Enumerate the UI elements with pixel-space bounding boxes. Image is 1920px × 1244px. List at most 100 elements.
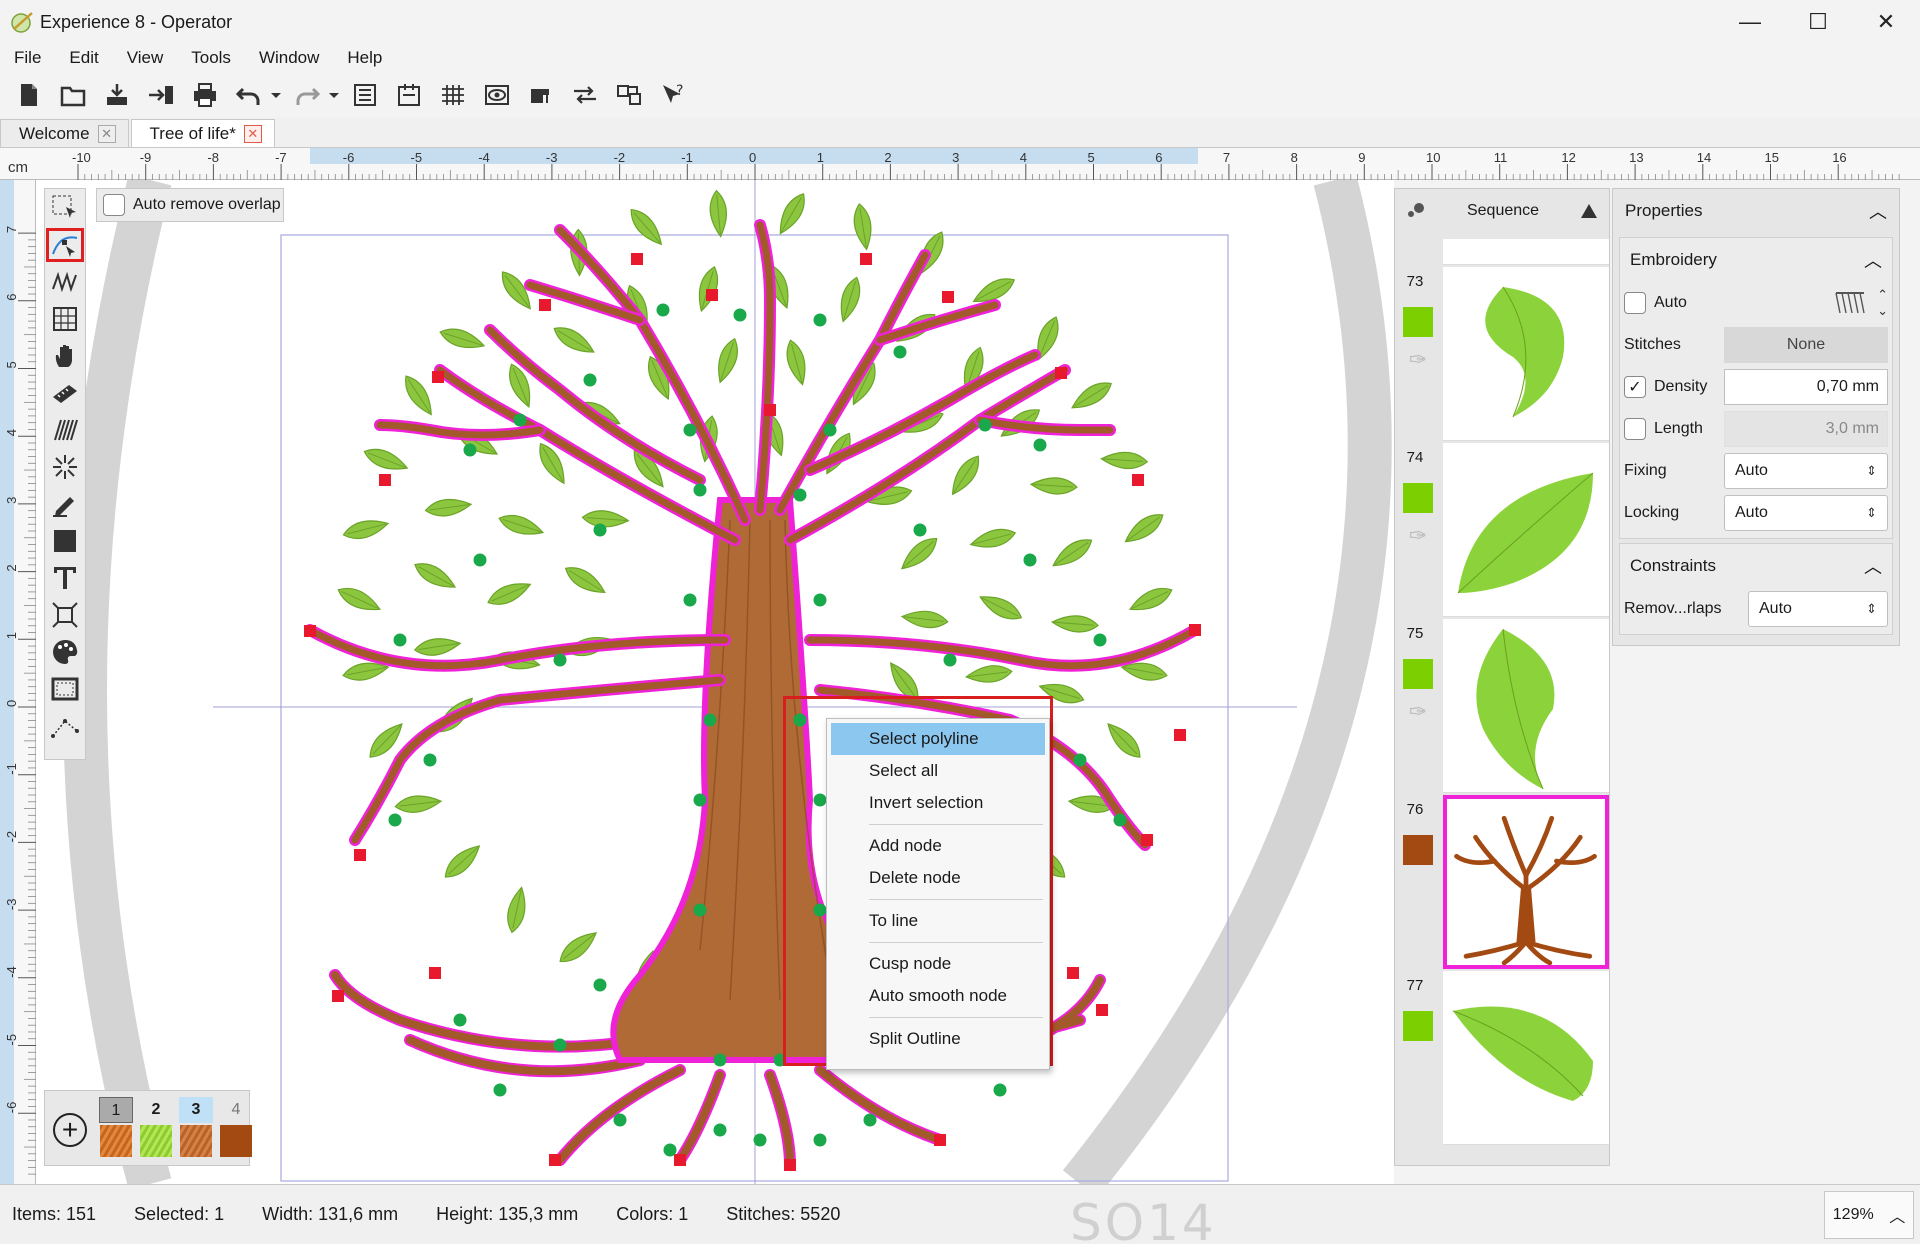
path-tool[interactable] (46, 709, 84, 743)
path-node (683, 593, 697, 607)
sequence-thumbnail[interactable] (1443, 239, 1609, 265)
color-tool[interactable] (46, 635, 84, 669)
sequence-item-selected[interactable]: 76 (1395, 795, 1609, 971)
grid-button[interactable] (434, 76, 472, 114)
sequence-item[interactable]: 73 ✑ (1395, 267, 1609, 443)
menu-to-line[interactable]: To line (827, 905, 1049, 937)
rectangle-tool[interactable] (46, 524, 84, 558)
color-swatch-2[interactable]: 2 (139, 1097, 173, 1157)
satin-tool[interactable] (46, 413, 84, 447)
checkbox[interactable] (103, 194, 125, 216)
tab-tree-of-life[interactable]: Tree of life* ✕ (130, 119, 275, 147)
menu-file[interactable]: File (0, 48, 55, 68)
menu-invert-selection[interactable]: Invert selection (827, 787, 1049, 819)
transform-tool[interactable] (46, 598, 84, 632)
remove-overlaps-select[interactable]: Auto ⇕ (1748, 591, 1888, 627)
open-file-button[interactable] (54, 76, 92, 114)
save-button[interactable] (98, 76, 136, 114)
chevron-up-icon[interactable]: ︿ (1864, 247, 1882, 273)
zoom-control[interactable]: 129% ︿ (1824, 1191, 1914, 1239)
auto-remove-overlap-toggle[interactable]: Auto remove overlap (96, 188, 284, 222)
locking-select[interactable]: Auto ⇕ (1724, 495, 1888, 531)
sequence-item[interactable]: 74 ✑ (1395, 443, 1609, 619)
menu-select-all[interactable]: Select all (827, 755, 1049, 787)
pen-tool[interactable] (46, 487, 84, 521)
undo-button[interactable] (230, 76, 268, 114)
menu-cusp-node[interactable]: Cusp node (827, 948, 1049, 980)
length-input[interactable]: 3,0 mm (1724, 411, 1888, 447)
add-color-button[interactable]: + (53, 1113, 87, 1147)
path-node (693, 903, 707, 917)
menu-window[interactable]: Window (245, 48, 333, 68)
text-tool[interactable] (46, 561, 84, 595)
color-swatch-1[interactable]: 1 (99, 1097, 133, 1157)
pan-tool[interactable] (46, 339, 84, 373)
properties-view-button[interactable] (390, 76, 428, 114)
close-icon[interactable]: ✕ (97, 124, 116, 143)
import-button[interactable] (142, 76, 180, 114)
menu-tools[interactable]: Tools (177, 48, 245, 68)
menu-add-node[interactable]: Add node (827, 830, 1049, 862)
chevron-up-icon[interactable]: ︿ (1869, 198, 1887, 224)
redo-dropdown[interactable] (326, 76, 342, 114)
color-swatch-4[interactable]: 4 (219, 1097, 253, 1157)
density-input[interactable]: 0,70 mm (1724, 369, 1888, 405)
embroidery-design[interactable] (36, 180, 1394, 1184)
sequence-settings-icon[interactable] (1405, 200, 1427, 222)
thread-swatch (140, 1125, 172, 1157)
sequence-panel: Sequence 73 ✑ 74 ✑ 75 ✑ 76 77 (1394, 188, 1610, 1166)
redo-button[interactable] (288, 76, 326, 114)
menu-split-outline[interactable]: Split Outline (827, 1023, 1049, 1055)
new-file-button[interactable] (10, 76, 48, 114)
horizontal-ruler[interactable]: cm -10 -9 -8 -7 -6 -5 -4 -3 -2 -1 0 1 2 3 4 5 6 7 8 9 10 11 12 1… (0, 148, 1920, 180)
select-tool[interactable] (46, 191, 84, 225)
menu-auto-smooth-node[interactable]: Auto smooth node (827, 980, 1049, 1012)
menu-edit[interactable]: Edit (55, 48, 112, 68)
tab-welcome[interactable]: Welcome ✕ (0, 119, 129, 147)
frame-tool[interactable] (46, 672, 84, 706)
density-checkbox[interactable]: ✓ (1624, 376, 1646, 398)
color-swatch-3[interactable]: 3 (179, 1097, 213, 1157)
auto-checkbox[interactable] (1624, 292, 1646, 314)
stitch-pattern-icon[interactable] (1833, 290, 1867, 316)
measure-tool[interactable] (46, 376, 84, 410)
design-canvas[interactable] (36, 180, 1394, 1184)
stitch-tool[interactable] (46, 265, 84, 299)
undo-dropdown[interactable] (268, 76, 284, 114)
chevron-up-icon[interactable]: ︿ (1889, 1203, 1905, 1227)
menu-select-polyline[interactable]: Select polyline (831, 723, 1045, 755)
fill-tool[interactable] (46, 302, 84, 336)
minimize-button[interactable]: — (1716, 0, 1784, 44)
close-icon[interactable]: ✕ (243, 124, 262, 143)
sequence-item[interactable]: 75 ✑ (1395, 619, 1609, 795)
collapse-triangle-icon[interactable] (1579, 202, 1599, 220)
convert-icon (617, 85, 641, 105)
menu-delete-node[interactable]: Delete node (827, 862, 1049, 894)
print-button[interactable] (186, 76, 224, 114)
path-node (713, 1053, 727, 1067)
menu-view[interactable]: View (113, 48, 178, 68)
transfer-button[interactable] (566, 76, 604, 114)
sequence-list[interactable]: 73 ✑ 74 ✑ 75 ✑ 76 77 (1395, 239, 1609, 1159)
stitches-field[interactable]: None (1724, 327, 1888, 363)
fixing-select[interactable]: Auto ⇕ (1724, 453, 1888, 489)
close-window-button[interactable]: ✕ (1852, 0, 1920, 44)
ruler-tick-label: 9 (1358, 150, 1365, 165)
chevron-up-icon[interactable]: ︿ (1864, 553, 1882, 579)
machine-button[interactable] (522, 76, 560, 114)
node-edit-tool[interactable] (46, 228, 84, 262)
menu-help[interactable]: Help (333, 48, 396, 68)
maximize-button[interactable]: ☐ (1784, 0, 1852, 44)
spinner-icon[interactable]: ⌃ ⌄ (1877, 287, 1888, 319)
sequence-item[interactable]: 77 (1395, 971, 1609, 1147)
convert-button[interactable] (610, 76, 648, 114)
list-view-button[interactable] (346, 76, 384, 114)
length-checkbox[interactable] (1624, 418, 1646, 440)
star-tool[interactable] (46, 450, 84, 484)
menu-bar: File Edit View Tools Window Help (0, 44, 1920, 72)
end-node (332, 990, 344, 1002)
preview-button[interactable] (478, 76, 516, 114)
leaf (1050, 615, 1099, 633)
vertical-ruler[interactable]: 7 6 5 4 3 2 1 0 -1 -2 -3 -4 -5 -6 (0, 180, 36, 1184)
help-pointer-button[interactable]: ? (654, 76, 692, 114)
